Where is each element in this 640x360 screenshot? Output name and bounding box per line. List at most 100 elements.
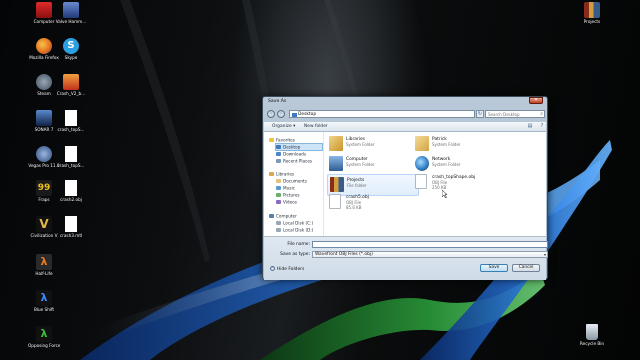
desktop-icon bbox=[276, 145, 281, 149]
save-options-panel: File name: Save as type: Wavefront OBJ F… bbox=[264, 236, 548, 280]
file-name-input[interactable] bbox=[312, 241, 548, 248]
refresh-icon: ↻ bbox=[477, 111, 483, 117]
dialog-title: Save As bbox=[268, 99, 287, 104]
document-icon bbox=[65, 146, 77, 162]
nav-pictures[interactable]: Pictures bbox=[276, 192, 300, 198]
books-icon bbox=[584, 2, 600, 18]
nav-downloads[interactable]: Downloads bbox=[276, 151, 306, 157]
save-type-value: Wavefront OBJ Files (*.obj) bbox=[315, 252, 373, 257]
address-text: Desktop bbox=[298, 112, 317, 117]
vegas-icon bbox=[36, 146, 52, 162]
list-item[interactable]: crash_topShape.obj OBJ File 250 KB bbox=[413, 172, 505, 194]
nav-local-disk-c[interactable]: Local Disk (C:) bbox=[276, 220, 313, 226]
desktop-icon-recycle-bin[interactable]: Recycle Bin bbox=[576, 324, 608, 346]
content-area: Favorites Desktop Downloads Recent Place… bbox=[264, 132, 546, 236]
music-icon bbox=[276, 186, 281, 190]
computer-icon bbox=[36, 2, 52, 18]
save-as-dialog: Save As ✕ ‹ › Desktop ↻ ⌕ Organize ▾ New… bbox=[262, 96, 548, 280]
list-item[interactable]: crash5.obj OBJ File 85.6 KB bbox=[327, 192, 419, 214]
desktop-icon-skype[interactable]: S Skype bbox=[55, 38, 87, 60]
books-icon bbox=[330, 177, 344, 192]
nav-videos[interactable]: Videos bbox=[276, 199, 297, 205]
nav-computer[interactable]: Computer bbox=[269, 213, 297, 219]
document-icon bbox=[65, 110, 77, 126]
back-arrow-icon: ‹ bbox=[270, 111, 272, 117]
firefox-icon bbox=[36, 38, 52, 54]
drive-icon bbox=[276, 228, 281, 232]
opposingforce-icon: λ bbox=[36, 326, 52, 342]
view-icon: ▤ bbox=[527, 123, 533, 129]
search-input[interactable] bbox=[488, 111, 538, 118]
nav-desktop[interactable]: Desktop bbox=[275, 143, 323, 151]
chevron-up-icon: ˄ bbox=[270, 266, 275, 271]
downloads-icon bbox=[276, 152, 281, 156]
forward-arrow-icon: › bbox=[280, 111, 282, 117]
nav-recent-places[interactable]: Recent Places bbox=[276, 158, 312, 164]
nav-music[interactable]: Music bbox=[276, 185, 295, 191]
folder-icon bbox=[292, 112, 297, 117]
navigation-pane: Favorites Desktop Downloads Recent Place… bbox=[264, 132, 324, 236]
desktop-icon-crash2-obj[interactable]: crash2.obj bbox=[55, 180, 87, 202]
save-type-dropdown[interactable]: Wavefront OBJ Files (*.obj) ▾ bbox=[312, 251, 548, 258]
desktop-icon-crash-topshape-1[interactable]: crash_topS... bbox=[55, 110, 87, 132]
civ-icon: V bbox=[36, 216, 52, 232]
desktop-icon-opposing-force[interactable]: λ Opposing Force bbox=[28, 326, 60, 348]
help-button[interactable]: ? bbox=[538, 123, 546, 130]
computer-icon bbox=[269, 214, 274, 218]
organize-button[interactable]: Organize ▾ bbox=[272, 124, 295, 129]
search-box[interactable]: ⌕ bbox=[485, 110, 545, 118]
skype-icon: S bbox=[63, 38, 79, 54]
libraries-icon bbox=[269, 172, 274, 176]
desktop-icon-valve-hammer[interactable]: Valve Hamm... bbox=[55, 2, 87, 24]
drive-icon bbox=[276, 221, 281, 225]
steam-icon bbox=[36, 74, 52, 90]
fraps-icon: 99 bbox=[36, 180, 52, 196]
network-icon bbox=[415, 156, 429, 171]
forward-button[interactable]: › bbox=[277, 110, 285, 118]
hammer-icon bbox=[63, 2, 79, 18]
view-options-button[interactable]: ▤ bbox=[526, 123, 534, 130]
user-folder-icon bbox=[415, 136, 429, 151]
halflife-icon: λ bbox=[36, 254, 52, 270]
document-icon bbox=[65, 180, 77, 196]
nav-documents[interactable]: Documents bbox=[276, 178, 307, 184]
libraries-icon bbox=[329, 136, 343, 151]
documents-icon bbox=[276, 179, 281, 183]
close-icon: ✕ bbox=[533, 97, 539, 103]
desktop-icon-projects[interactable]: Projects bbox=[576, 2, 608, 24]
file-name-label: File name: bbox=[287, 242, 310, 247]
file-icon bbox=[63, 74, 79, 90]
document-icon bbox=[65, 216, 77, 232]
desktop-icon-crash-v2[interactable]: Crash_V2_b... bbox=[55, 74, 87, 96]
nav-local-disk-d[interactable]: Local Disk (D:) bbox=[276, 227, 313, 233]
search-icon: ⌕ bbox=[540, 111, 543, 117]
blueshift-icon: λ bbox=[36, 290, 52, 306]
list-item[interactable]: Libraries System Folder bbox=[327, 134, 419, 156]
recent-places-icon bbox=[276, 159, 281, 163]
title-bar[interactable]: Save As ✕ bbox=[263, 97, 547, 107]
desktop-icon-crash3-mtl[interactable]: crash3.mtl bbox=[55, 216, 87, 238]
refresh-button[interactable]: ↻ bbox=[476, 110, 484, 118]
nav-libraries[interactable]: Libraries bbox=[269, 171, 294, 177]
cancel-button[interactable]: Cancel bbox=[512, 264, 540, 272]
list-item[interactable]: Patrick System Folder bbox=[413, 134, 505, 156]
chevron-down-icon: ▾ bbox=[543, 252, 546, 257]
desktop-icon-crash-topshape-2[interactable]: crash_topS... bbox=[55, 146, 87, 168]
desktop-icon-blue-shift[interactable]: λ Blue Shift bbox=[28, 290, 60, 312]
list-item[interactable]: Computer System Folder bbox=[327, 154, 419, 176]
command-bar: Organize ▾ New folder ▤ ? bbox=[264, 122, 546, 132]
new-folder-button[interactable]: New folder bbox=[304, 124, 328, 129]
hide-folders-toggle[interactable]: ˄ Hide Folders bbox=[270, 266, 304, 272]
save-type-label: Save as type: bbox=[280, 252, 310, 257]
close-button[interactable]: ✕ bbox=[529, 97, 543, 104]
nav-favorites[interactable]: Favorites bbox=[269, 137, 295, 143]
document-icon bbox=[415, 174, 427, 189]
desktop-icon-half-life[interactable]: λ Half-Life bbox=[28, 254, 60, 276]
back-button[interactable]: ‹ bbox=[267, 110, 275, 118]
address-bar[interactable]: Desktop bbox=[289, 110, 475, 118]
sonar-icon bbox=[36, 110, 52, 126]
desktop: Computer Valve Hamm... Mozilla Firefox S… bbox=[0, 0, 640, 360]
save-button[interactable]: Save bbox=[480, 264, 508, 272]
address-row: ‹ › Desktop ↻ ⌕ bbox=[267, 110, 545, 119]
recycle-bin-icon bbox=[586, 324, 598, 340]
